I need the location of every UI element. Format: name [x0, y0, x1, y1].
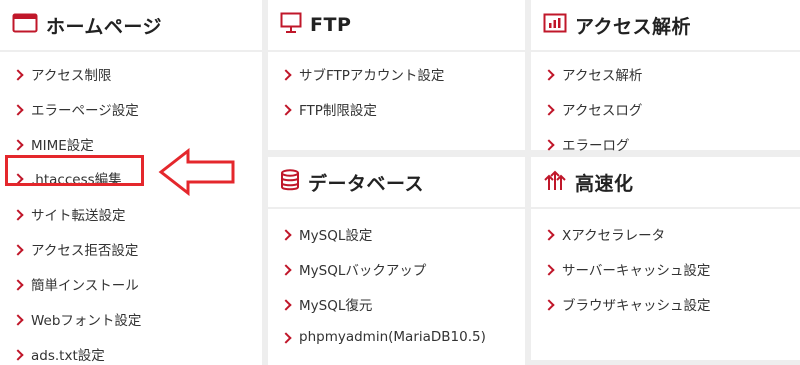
menu-item-access-restriction[interactable]: アクセス制限 — [12, 64, 111, 84]
speed-header: 高速化 — [531, 157, 800, 209]
menu-item-ads-txt[interactable]: ads.txt設定 — [12, 344, 105, 364]
ftp-panel: FTP サブFTPアカウント設定 FTP制限設定 — [268, 0, 525, 150]
menu-item-mysql-settings[interactable]: MySQL設定 — [280, 224, 372, 244]
menu-item-mysql-restore[interactable]: MySQL復元 — [280, 294, 372, 314]
analytics-title: アクセス解析 — [575, 15, 692, 38]
menu-item-error-log[interactable]: エラーログ — [543, 134, 630, 154]
menu-item-ftp-restriction[interactable]: FTP制限設定 — [280, 99, 377, 119]
menu-item-web-font[interactable]: Webフォント設定 — [12, 309, 141, 329]
chevron-right-icon — [12, 68, 24, 81]
menu-item-access-log[interactable]: アクセスログ — [543, 99, 642, 119]
chevron-right-icon — [543, 68, 555, 81]
database-title: データベース — [308, 172, 425, 195]
menu-item-easy-install[interactable]: 簡単インストール — [12, 274, 139, 294]
chevron-right-icon — [280, 263, 292, 276]
menu-item-error-page[interactable]: エラーページ設定 — [12, 99, 139, 119]
chevron-right-icon — [543, 228, 555, 241]
menu-item-server-cache[interactable]: サーバーキャッシュ設定 — [543, 259, 710, 279]
chevron-right-icon — [12, 243, 24, 256]
database-header: データベース — [268, 157, 525, 209]
chevron-right-icon — [543, 103, 555, 116]
analytics-header: アクセス解析 — [531, 0, 800, 52]
menu-item-phpmyadmin[interactable]: phpmyadmin(MariaDB10.5) — [280, 329, 486, 345]
chevron-right-icon — [12, 103, 24, 116]
highlight-box — [5, 155, 144, 186]
ftp-title: FTP — [310, 14, 352, 36]
chevron-right-icon — [280, 68, 292, 81]
menu-item-browser-cache[interactable]: ブラウザキャッシュ設定 — [543, 294, 711, 314]
bar-chart-icon — [543, 13, 567, 37]
ftp-db-column: FTP サブFTPアカウント設定 FTP制限設定 データベース MySQL設定 … — [268, 0, 525, 365]
menu-item-access-analysis[interactable]: アクセス解析 — [543, 64, 642, 84]
analytics-speed-column: アクセス解析 アクセス解析 アクセスログ エラーログ 高速化 Xアクセラレータ … — [531, 0, 800, 365]
speed-title: 高速化 — [575, 172, 634, 195]
browser-window-icon — [12, 13, 38, 37]
menu-item-site-redirect[interactable]: サイト転送設定 — [12, 204, 126, 224]
speed-panel: 高速化 Xアクセラレータ サーバーキャッシュ設定 ブラウザキャッシュ設定 — [531, 157, 800, 360]
chevron-right-icon — [280, 331, 292, 344]
chevron-right-icon — [543, 138, 555, 151]
monitor-icon — [280, 12, 302, 38]
chevron-right-icon — [12, 348, 24, 361]
chevron-right-icon — [280, 103, 292, 116]
database-panel: データベース MySQL設定 MySQLバックアップ MySQL復元 phpmy… — [268, 157, 525, 365]
homepage-title: ホームページ — [46, 15, 163, 38]
analytics-panel: アクセス解析 アクセス解析 アクセスログ エラーログ — [531, 0, 800, 154]
homepage-header: ホームページ — [0, 0, 262, 52]
menu-item-x-accelerator[interactable]: Xアクセラレータ — [543, 224, 665, 244]
chevron-right-icon — [12, 208, 24, 221]
chevron-right-icon — [12, 313, 24, 326]
speed-arrows-icon — [543, 169, 567, 195]
menu-item-mime[interactable]: MIME設定 — [12, 134, 94, 154]
chevron-right-icon — [12, 278, 24, 291]
ftp-header: FTP — [268, 0, 525, 52]
chevron-right-icon — [12, 138, 24, 151]
chevron-right-icon — [280, 298, 292, 311]
database-icon — [280, 169, 300, 195]
chevron-right-icon — [543, 263, 555, 276]
menu-item-access-deny[interactable]: アクセス拒否設定 — [12, 239, 138, 259]
left-arrow-icon — [158, 148, 235, 196]
menu-item-sub-ftp-account[interactable]: サブFTPアカウント設定 — [280, 64, 444, 84]
chevron-right-icon — [280, 228, 292, 241]
chevron-right-icon — [543, 298, 555, 311]
menu-item-mysql-backup[interactable]: MySQLバックアップ — [280, 259, 426, 279]
